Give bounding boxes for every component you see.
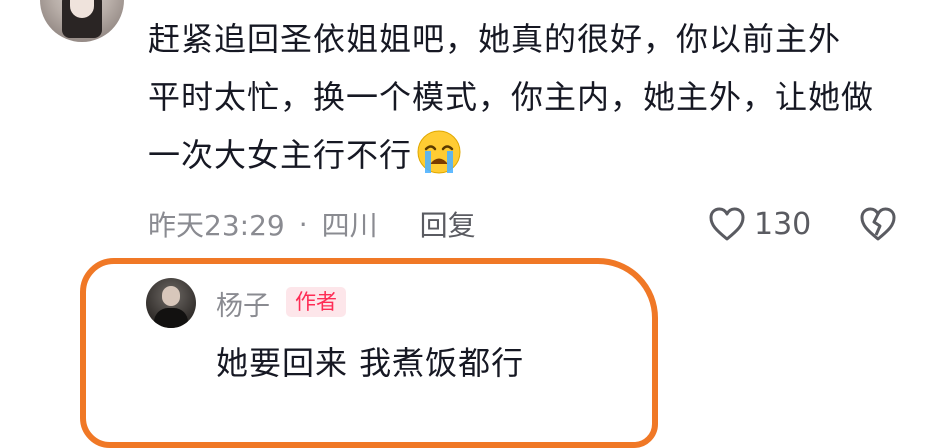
- reply-text: 她要回来 我煮饭都行: [216, 344, 525, 382]
- comment-line-3: 一次大女主行不行: [148, 126, 918, 184]
- like-count: 130: [754, 206, 812, 242]
- broken-heart-icon: [860, 207, 896, 241]
- comment-line-1: 赶紧追回圣依姐姐吧，她真的很好，你以前主外: [148, 20, 842, 58]
- comment-line-2: 平时太忙，换一个模式，你主内，她主外，让她做: [148, 78, 875, 116]
- reply-username[interactable]: 杨子: [216, 284, 270, 323]
- commenter-avatar[interactable]: [40, 0, 124, 42]
- comment-time: 昨天23:29: [148, 209, 285, 242]
- author-avatar[interactable]: [146, 278, 196, 328]
- meta-separator: ·: [298, 207, 308, 241]
- dislike-button[interactable]: [858, 205, 898, 247]
- author-badge: 作者: [286, 287, 346, 317]
- crying-face-icon: [417, 130, 461, 174]
- author-avatar-body: [154, 308, 188, 328]
- comment-body: 赶紧追回圣依姐姐吧，她真的很好，你以前主外 平时太忙，换一个模式，你主内，她主外…: [148, 10, 918, 184]
- author-avatar-head: [162, 286, 180, 306]
- comment-meta: 昨天23:29 · 四川 回复: [148, 202, 476, 246]
- comment-location: 四川: [321, 209, 378, 242]
- like-button[interactable]: 130: [708, 202, 811, 246]
- heart-icon: [709, 207, 745, 241]
- reply-button[interactable]: 回复: [420, 204, 476, 244]
- comment-line-3-text: 一次大女主行不行: [148, 136, 413, 174]
